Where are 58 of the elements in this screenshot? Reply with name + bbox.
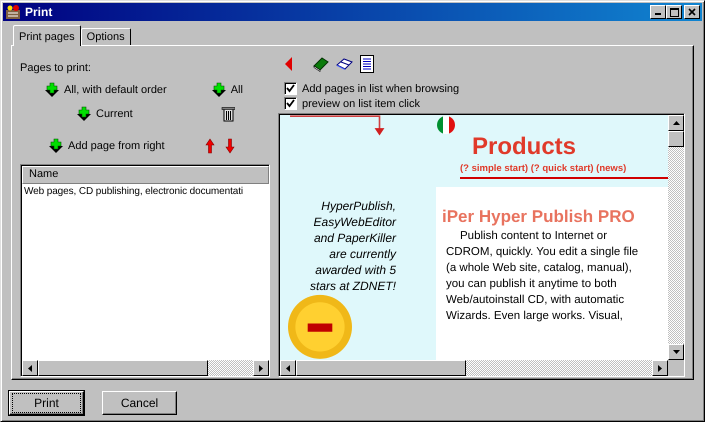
dialog-button[interactable]: Cancel bbox=[102, 391, 177, 415]
checkbox-label[interactable]: Add pages in list when browsing bbox=[302, 82, 460, 94]
maximize-button[interactable] bbox=[666, 5, 682, 19]
open-book-button[interactable] bbox=[336, 56, 354, 72]
close-icon bbox=[688, 8, 696, 16]
add-arrow-icon bbox=[76, 106, 92, 122]
scroll-thumb[interactable] bbox=[38, 360, 208, 376]
horizontal-scrollbar[interactable] bbox=[22, 360, 269, 376]
document-icon bbox=[360, 55, 374, 73]
scroll-thumb[interactable] bbox=[296, 360, 466, 376]
tab[interactable]: Options bbox=[80, 28, 131, 45]
column-header[interactable]: Name bbox=[22, 166, 269, 184]
minimize-button[interactable] bbox=[650, 5, 666, 19]
scroll-down-icon[interactable] bbox=[672, 350, 680, 354]
book-icon bbox=[312, 56, 330, 72]
checkbox[interactable] bbox=[284, 82, 297, 95]
add-arrow-icon bbox=[210, 82, 227, 98]
trash-icon bbox=[220, 106, 235, 122]
add-pages-button[interactable]: Current bbox=[76, 106, 133, 122]
add-arrow-icon bbox=[44, 82, 60, 98]
section-label: Pages to print: bbox=[20, 62, 92, 74]
book-button[interactable] bbox=[312, 56, 330, 72]
scroll-right-icon[interactable] bbox=[259, 364, 263, 372]
scroll-right-icon[interactable] bbox=[658, 364, 662, 372]
award-text: HyperPublish, EasyWebEditor and PaperKiller are currently awarded with 5 stars at ZDNET! bbox=[308, 198, 396, 294]
scroll-left-icon[interactable] bbox=[286, 364, 290, 372]
scroll-left-icon[interactable] bbox=[28, 364, 32, 372]
trash-button[interactable] bbox=[220, 106, 235, 122]
product-description: Publish content to Internet or CDROM, quickly. You edit a single file (a whole Web site, catalog, manual), you can publish it anytime to both Web/autoinstall CD, with automatic Wizards. Even large works. Visual, bbox=[446, 229, 640, 324]
add-pages-button[interactable]: All bbox=[210, 82, 243, 98]
vertical-scrollbar[interactable] bbox=[668, 115, 684, 360]
add-pages-button[interactable]: All, with default order bbox=[44, 82, 167, 98]
back-arrow-button[interactable] bbox=[284, 56, 294, 72]
open-book-icon bbox=[336, 56, 354, 72]
tab[interactable]: Print pages bbox=[13, 25, 81, 46]
down-arrow-icon bbox=[224, 138, 235, 154]
maximize-icon bbox=[670, 8, 678, 16]
app-icon bbox=[5, 4, 21, 20]
add-arrow-icon bbox=[48, 138, 64, 154]
scroll-up-icon[interactable] bbox=[672, 121, 680, 125]
up-arrow-button[interactable] bbox=[204, 138, 215, 154]
list-item[interactable]: Web pages, CD publishing, electronic documentati bbox=[22, 184, 269, 199]
page-heading: Products bbox=[472, 133, 578, 161]
down-arrow-button[interactable] bbox=[224, 138, 235, 154]
checkbox-label[interactable]: preview on list item click bbox=[302, 98, 420, 110]
window-title: Print bbox=[25, 5, 52, 19]
nav-links[interactable]: (? simple start) (? quick start) (news) bbox=[460, 163, 668, 174]
horizontal-scrollbar[interactable] bbox=[280, 360, 668, 376]
checkbox[interactable] bbox=[284, 97, 297, 110]
dialog-button[interactable]: Print bbox=[9, 391, 84, 415]
flag-icon[interactable] bbox=[436, 115, 456, 135]
document-button[interactable] bbox=[360, 55, 374, 73]
add-pages-button[interactable]: Add page from right bbox=[48, 138, 165, 154]
scroll-thumb[interactable] bbox=[668, 131, 684, 147]
close-button[interactable] bbox=[684, 5, 700, 19]
product-title: iPer Hyper Publish PRO bbox=[442, 207, 636, 227]
back-arrow-icon bbox=[284, 56, 294, 72]
up-arrow-icon bbox=[204, 138, 215, 154]
